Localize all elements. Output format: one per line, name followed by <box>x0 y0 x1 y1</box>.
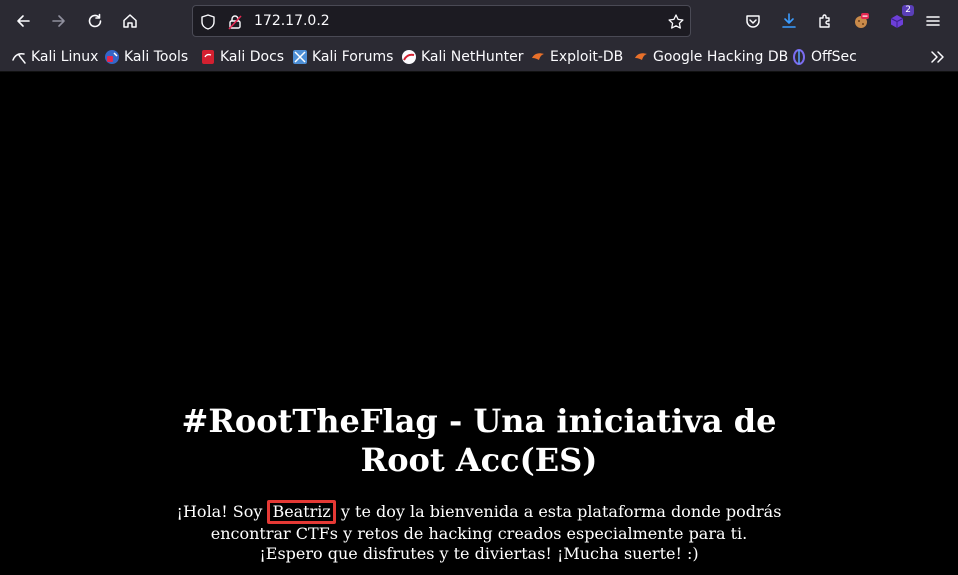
bookmark-label: Kali Tools <box>124 49 189 65</box>
bookmark-label: Kali NetHunter <box>421 49 524 65</box>
back-button[interactable] <box>9 7 37 35</box>
page-content: #RootTheFlag - Una iniciativa de Root Ac… <box>0 72 958 575</box>
bookmark-label: Exploit-DB <box>550 49 624 65</box>
bookmarks-overflow-button[interactable] <box>923 43 951 71</box>
bookmark-label: Kali Linux <box>31 49 99 65</box>
kali-forums-icon <box>293 50 307 64</box>
chevron-double-right-icon <box>931 51 944 63</box>
offsec-icon <box>793 49 805 65</box>
pocket-icon <box>746 15 760 28</box>
arrow-right-icon <box>52 15 65 27</box>
intro-line-3: ¡Espero que disfrutes y te diviertas! ¡M… <box>259 543 699 563</box>
page-headline: #RootTheFlag - Una iniciativa de Root Ac… <box>0 402 958 480</box>
app-menu-button[interactable] <box>919 7 947 35</box>
home-icon <box>123 14 137 28</box>
browser-toolbar: 172.17.0.2 2 <box>0 0 958 42</box>
extension-badge-button[interactable]: 2 <box>883 5 914 35</box>
kali-dragon-icon <box>12 53 26 64</box>
arrow-left-icon <box>17 15 30 27</box>
intro-before-name: ¡Hola! Soy <box>176 502 268 521</box>
bookmark-label: Google Hacking DB <box>653 49 789 65</box>
hamburger-menu-icon <box>926 16 940 26</box>
home-button[interactable] <box>116 7 144 35</box>
bookmark-exploit-db[interactable]: Exploit-DB <box>530 48 623 66</box>
exploit-db-icon <box>532 53 544 60</box>
highlighted-name: Beatriz <box>267 500 336 524</box>
extension-badge-count: 2 <box>902 5 914 16</box>
cookie-extension-icon <box>855 13 869 28</box>
shield-icon[interactable] <box>199 13 217 31</box>
bookmark-offsec[interactable]: OffSec <box>791 48 857 66</box>
bookmarks-toolbar: Kali Linux Kali Tools Kali Docs Kali For… <box>0 42 958 72</box>
download-icon <box>782 13 796 28</box>
bookmark-label: Kali Forums <box>312 49 394 65</box>
star-bookmark-icon[interactable] <box>667 13 685 31</box>
url-text[interactable]: 172.17.0.2 <box>254 13 330 29</box>
insecure-lock-icon[interactable] <box>226 13 244 31</box>
bookmark-google-hacking-db[interactable]: Google Hacking DB <box>633 48 788 66</box>
puzzle-icon <box>819 14 830 28</box>
intro-line-2: encontrar CTFs y retos de hacking creado… <box>210 524 748 543</box>
kali-nethunter-icon <box>402 50 416 64</box>
bookmark-kali-docs[interactable]: Kali Docs <box>200 48 284 66</box>
bookmark-kali-linux[interactable]: Kali Linux <box>11 48 98 66</box>
kali-tools-icon <box>105 50 119 64</box>
bookmark-label: Kali Docs <box>220 49 285 65</box>
ghdb-icon <box>635 53 647 60</box>
bookmark-kali-tools[interactable]: Kali Tools <box>104 48 188 66</box>
bookmark-kali-forums[interactable]: Kali Forums <box>292 48 393 66</box>
bookmark-kali-nethunter[interactable]: Kali NetHunter <box>401 48 523 66</box>
intro-after-name: y te doy la bienvenida a esta plataforma… <box>335 502 782 521</box>
extensions-button[interactable] <box>811 7 839 35</box>
bookmark-label: OffSec <box>811 49 857 65</box>
reload-button[interactable] <box>81 7 109 35</box>
headline-line-1: #RootTheFlag - Una iniciativa de <box>181 402 777 440</box>
pocket-button[interactable] <box>739 7 767 35</box>
reload-icon <box>88 13 102 28</box>
downloads-button[interactable] <box>775 7 803 35</box>
address-bar[interactable]: 172.17.0.2 <box>192 5 691 37</box>
headline-line-2: Root Acc(ES) <box>360 441 598 479</box>
intro-line-1: ¡Hola! Soy Beatriz y te doy la bienvenid… <box>0 500 958 524</box>
extension-cookie-button[interactable] <box>847 7 875 35</box>
forward-button[interactable] <box>45 7 73 35</box>
intro-paragraph: ¡Hola! Soy Beatriz y te doy la bienvenid… <box>0 500 958 563</box>
kali-docs-icon <box>202 50 214 64</box>
